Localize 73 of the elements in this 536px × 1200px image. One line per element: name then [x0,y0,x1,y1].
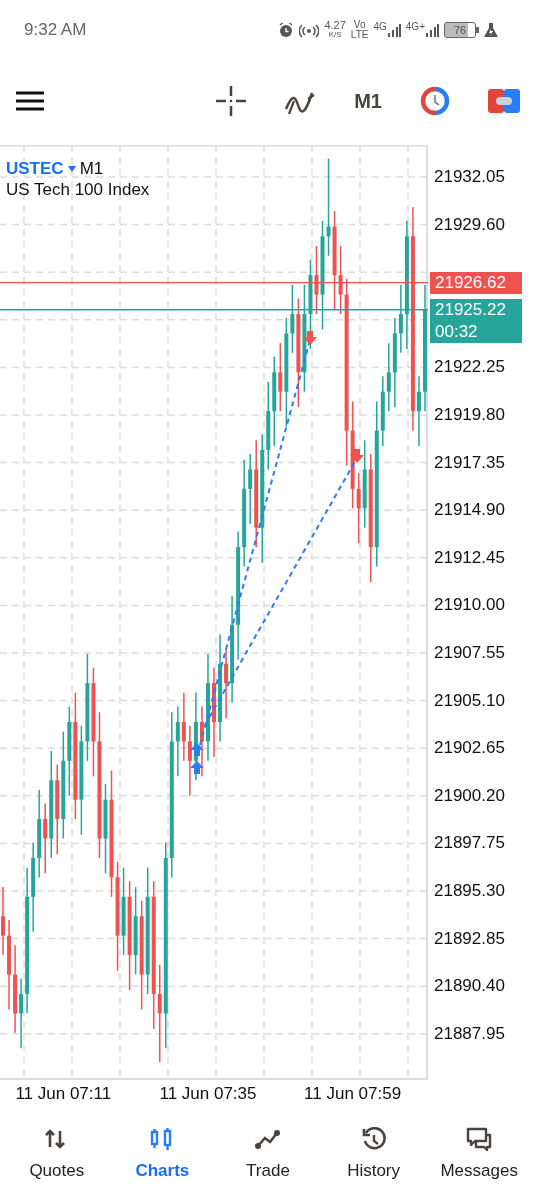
candlestick [1,886,6,956]
signal-icon [425,23,439,37]
candlestick [356,472,361,544]
candlestick [290,284,295,354]
price-tick: 21912.45 [434,547,505,568]
price-tick: 21914.90 [434,500,505,521]
nav-tab[interactable]: History [321,1127,426,1181]
speed-value: 4.27 [324,20,346,30]
nav-tab[interactable]: Messages [427,1127,532,1181]
price-tick: 21897.75 [434,833,505,854]
price-tick: 21895.30 [434,880,505,901]
time-label: 11 Jun 07:35 [159,1084,257,1104]
chat-icon [466,1127,493,1153]
signal-icon [386,23,401,37]
trade-toggle-icon[interactable] [488,89,520,113]
symbol-description: US Tech 100 Index [6,179,150,200]
candlestick [187,725,192,797]
timeframe-button[interactable]: M1 [354,89,382,113]
candlestick [181,692,186,762]
price-tick: 21910.00 [434,595,505,616]
flask-icon [484,22,498,38]
candlestick [175,705,180,778]
price-tick: 21917.35 [434,452,505,473]
price-tick: 21929.60 [434,214,505,235]
network-type: 4G+ [405,21,425,32]
candlestick [157,964,162,1063]
chart-timeframe: M1 [79,158,104,179]
battery-level: 76 [444,22,476,38]
candlestick [278,342,283,412]
candlestick [338,245,343,315]
candlestick [386,342,391,412]
candlestick [398,284,403,354]
candlestick [224,647,229,719]
nav-tab[interactable]: Quotes [4,1127,109,1181]
menu-icon[interactable] [16,91,44,111]
nav-tab[interactable]: Trade [216,1127,320,1181]
price-tick: 21892.85 [434,928,505,949]
alarm-icon [278,22,295,38]
candlestick [416,375,421,447]
bid-price: 21925.22 [435,298,507,321]
hotspot-icon [299,22,320,38]
candlestick [248,453,253,525]
network-type: 4G [373,21,387,32]
buy-arrow-icon [190,743,204,756]
price-tick: 21890.40 [434,976,505,997]
price-tick: 21900.20 [434,785,505,806]
clock-icon[interactable] [420,86,450,116]
candlestick [314,245,319,315]
sell-arrow-icon [303,331,317,345]
battery-tip-icon [476,27,479,33]
price-tick: 21902.65 [434,738,505,759]
status-time: 9:32 AM [24,20,87,40]
buy-arrow-icon [190,761,204,774]
price-tick: 21932.05 [434,167,505,188]
candlestick [43,802,48,875]
candlestick [19,977,24,1050]
symbol-link[interactable]: USTEC [6,158,64,179]
crosshair-icon[interactable] [216,86,247,116]
price-tick: 21887.95 [434,1023,505,1044]
price-tick: 21907.55 [434,643,505,663]
caret-icon[interactable] [67,165,76,172]
volte-label: Vo [353,20,366,30]
speed-unit: K/S [328,30,342,40]
bar-timer: 00:32 [435,320,479,343]
nav-tab[interactable]: Charts [110,1127,215,1181]
candlestick [326,157,331,257]
ask-price-label: 21926.62 [430,271,522,294]
price-tick: 21919.80 [434,405,505,425]
price-tick: 21922.25 [434,357,505,378]
time-label: 11 Jun 07:59 [304,1084,402,1104]
time-label: 11 Jun 07:11 [15,1084,112,1104]
lte-label: LTE [350,30,369,40]
price-tick: 21905.10 [434,690,505,711]
